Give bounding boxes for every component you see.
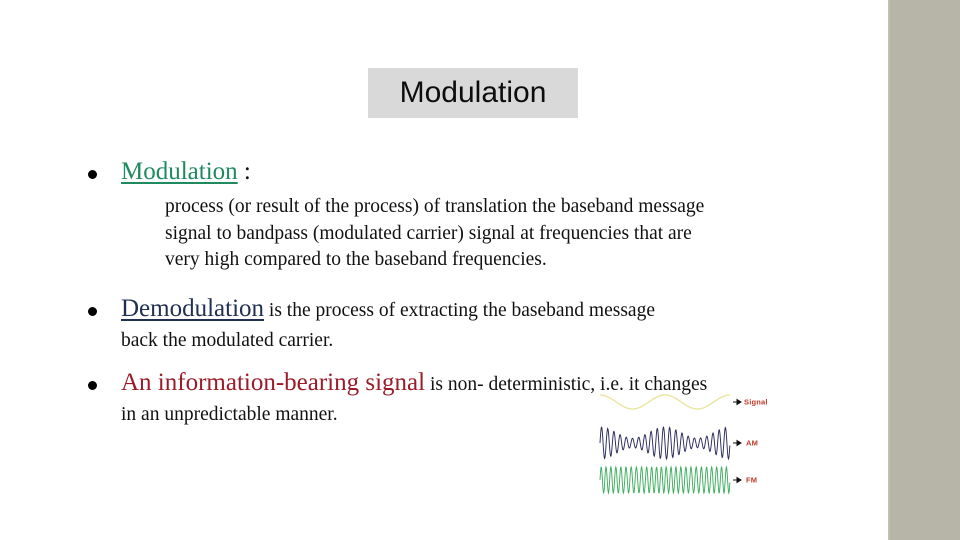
bullet-dot-icon [88,306,97,316]
bullet-dot-icon [88,170,97,179]
bullet-dot-icon [88,380,97,390]
bullet-item-demodulation: Demodulation is the process of extractin… [0,295,890,352]
modulation-waveforms-figure: Signal AM FM [592,386,792,498]
slide-canvas: Modulation Modulation : process (or resu… [0,0,960,540]
paragraph-line: signal to bandpass (modulated carrier) s… [165,222,692,244]
bullet-text-modulation: Modulation : [121,158,321,186]
heading-modulation-trailing: : [237,158,251,185]
paragraph-line: very high compared to the baseband frequ… [165,249,547,270]
slide-content: Modulation : process (or result of the p… [0,150,890,426]
heading-modulation: Modulation [121,158,238,185]
fm-label: FM [746,476,757,485]
heading-information-bearing-signal: An information-bearing signal [121,368,426,396]
slide-title-box: Modulation [368,68,578,118]
am-waveform: AM [599,426,758,461]
paragraph-line: back the modulated carrier. [121,329,334,351]
fm-waveform: FM [599,465,757,495]
right-side-panel [888,0,960,540]
paragraph-modulation-definition: process (or result of the process) of tr… [165,194,890,274]
bullet-item-modulation: Modulation : [0,158,890,186]
paragraph-line: process (or result of the process) of tr… [165,196,705,217]
heading-demodulation: Demodulation [121,294,265,322]
am-label: AM [746,439,758,448]
signal-label: Signal [744,398,768,407]
signal-waveform: Signal [600,394,768,410]
bullet-text-demodulation: Demodulation is the process of extractin… [121,295,725,352]
page-title: Modulation [399,76,547,109]
heading-demodulation-trailing: is the process of extracting the baseban… [264,299,655,321]
